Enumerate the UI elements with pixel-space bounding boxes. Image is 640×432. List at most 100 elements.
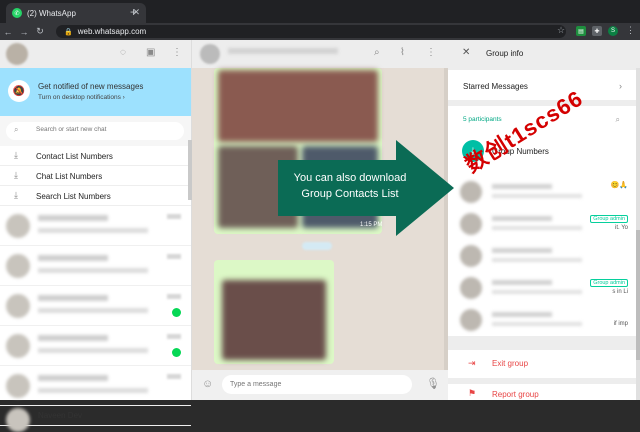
list-item[interactable]: [0, 326, 191, 366]
menu-icon[interactable]: ⋮: [426, 47, 436, 58]
list-item[interactable]: [0, 246, 191, 286]
report-group-label: Report group: [492, 390, 539, 399]
profile-avatar[interactable]: S: [608, 26, 618, 36]
blurred-message: [38, 308, 148, 313]
date-pill: [302, 242, 332, 250]
status-icon[interactable]: ◌: [120, 47, 126, 58]
status-snippet: if imp: [613, 321, 628, 327]
search-box: ⌕: [6, 122, 184, 140]
download-icon: ⤓: [14, 190, 18, 200]
unread-badge: [172, 308, 181, 317]
avatar: [460, 245, 482, 267]
unread-badge: [172, 348, 181, 357]
promo-line-2: Group Contacts List: [301, 188, 399, 200]
avatar[interactable]: [6, 43, 28, 65]
enable-notifications-link[interactable]: Turn on desktop notifications ›: [38, 94, 125, 101]
list-item[interactable]: [0, 206, 191, 246]
download-label: Search List Numbers: [36, 192, 111, 201]
lock-icon: 🔒: [64, 28, 73, 36]
sidebar-header: ◌ ▣ ⋮: [0, 40, 191, 68]
blurred-name: [492, 184, 552, 189]
list-item[interactable]: [0, 366, 191, 406]
emoji-reaction: 😊🙏: [610, 182, 628, 189]
table-row[interactable]: if imp: [448, 304, 636, 336]
download-search-list[interactable]: ⤓ Search List Numbers: [0, 186, 191, 206]
download-label: Chat List Numbers: [36, 172, 103, 181]
starred-messages-row[interactable]: Starred Messages ›: [448, 70, 636, 100]
puzzle-icon[interactable]: ✚: [592, 26, 602, 36]
table-row[interactable]: Group admin s in Li: [448, 272, 636, 304]
table-row[interactable]: 😊🙏: [448, 176, 636, 208]
table-row[interactable]: Group admin it. Yo: [448, 208, 636, 240]
avatar: [6, 374, 30, 398]
avatar: [6, 254, 30, 278]
exit-group-button[interactable]: ⇥ Exit group: [448, 350, 636, 378]
blurred-status: [492, 290, 582, 294]
bookmark-star-icon[interactable]: ☆: [557, 25, 565, 36]
download-chat-list[interactable]: ⤓ Chat List Numbers: [0, 166, 191, 186]
blurred-status: [492, 322, 582, 326]
back-icon[interactable]: ←: [0, 27, 16, 37]
extension-icon[interactable]: ▤: [576, 26, 586, 36]
browser-tab[interactable]: ✆ (2) WhatsApp ✕: [6, 3, 146, 23]
promo-line-1: You can also download: [293, 172, 407, 184]
group-info-title: Group info: [486, 49, 524, 58]
starred-messages-label: Starred Messages: [463, 82, 528, 91]
chevron-right-icon: ›: [619, 81, 622, 91]
menu-icon[interactable]: ⋮: [172, 47, 182, 58]
chat-name: Naveen Dev: [38, 411, 83, 420]
thumbs-down-icon: ⚑: [468, 388, 477, 398]
promo-text: You can also download Group Contacts Lis…: [280, 170, 420, 202]
avatar: [6, 334, 30, 358]
list-item[interactable]: [0, 286, 191, 326]
group-info-scrollbar-thumb[interactable]: [636, 230, 640, 360]
reload-icon[interactable]: ↻: [32, 26, 48, 37]
blurred-status: [492, 258, 582, 262]
blurred-status: [492, 226, 582, 230]
search-icon[interactable]: ⌕: [374, 47, 380, 58]
message-input[interactable]: [222, 375, 412, 394]
address-bar[interactable]: 🔒 web.whatsapp.com: [56, 25, 566, 38]
chat-sidebar: ◌ ▣ ⋮ 🔕 Get notified of new messages Tur…: [0, 40, 192, 432]
blurred-message: [38, 348, 148, 353]
microphone-icon[interactable]: 🎙: [426, 377, 440, 390]
new-chat-icon[interactable]: ▣: [146, 47, 155, 58]
browser-menu-icon[interactable]: ⋮: [626, 25, 635, 36]
avatar: [6, 408, 30, 432]
report-group-button[interactable]: ⚑ Report group: [448, 384, 636, 400]
search-icon: ⌕: [14, 125, 19, 134]
group-info-header: ✕ Group info: [448, 40, 640, 68]
browser-toolbar: ← → ↻ 🔒 web.whatsapp.com ☆ ▤ ✚ S ⋮: [0, 23, 640, 40]
blurred-name: [492, 248, 552, 253]
blurred-time: [167, 214, 181, 219]
blurred-time: [167, 374, 181, 379]
avatar: [6, 214, 30, 238]
search-input[interactable]: [36, 126, 176, 133]
table-row[interactable]: [448, 240, 636, 272]
search-icon[interactable]: ⌕: [616, 115, 620, 125]
blurred-name: [38, 295, 108, 301]
status-badge: Group admin: [590, 279, 628, 287]
status-snippet: it. Yo: [614, 225, 628, 231]
blurred-status: [492, 194, 582, 198]
avatar: [6, 294, 30, 318]
notification-banner[interactable]: 🔕 Get notified of new messages Turn on d…: [0, 68, 191, 116]
emoji-icon[interactable]: ☺: [202, 378, 213, 390]
blurred-name: [38, 335, 108, 341]
browser-tabbar: ✆ (2) WhatsApp ✕ +: [0, 0, 640, 23]
download-contact-list[interactable]: ⤓ Contact List Numbers: [0, 146, 191, 166]
list-item[interactable]: Naveen Dev: [0, 406, 191, 432]
avatar[interactable]: [200, 44, 220, 64]
group-info-panel: ✕ Group info Starred Messages › 5 partic…: [448, 40, 640, 400]
whatsapp-app: ◌ ▣ ⋮ 🔕 Get notified of new messages Tur…: [0, 40, 640, 432]
avatar: [460, 277, 482, 299]
forward-icon[interactable]: →: [16, 27, 32, 37]
blurred-message: [38, 228, 148, 233]
download-label: Contact List Numbers: [36, 152, 113, 161]
blurred-message: [38, 268, 148, 273]
attach-icon[interactable]: ⌇: [400, 47, 405, 58]
exit-icon: ⇥: [468, 358, 476, 368]
new-tab-icon[interactable]: +: [130, 5, 137, 19]
close-icon[interactable]: ✕: [462, 47, 470, 58]
avatar: [460, 213, 482, 235]
